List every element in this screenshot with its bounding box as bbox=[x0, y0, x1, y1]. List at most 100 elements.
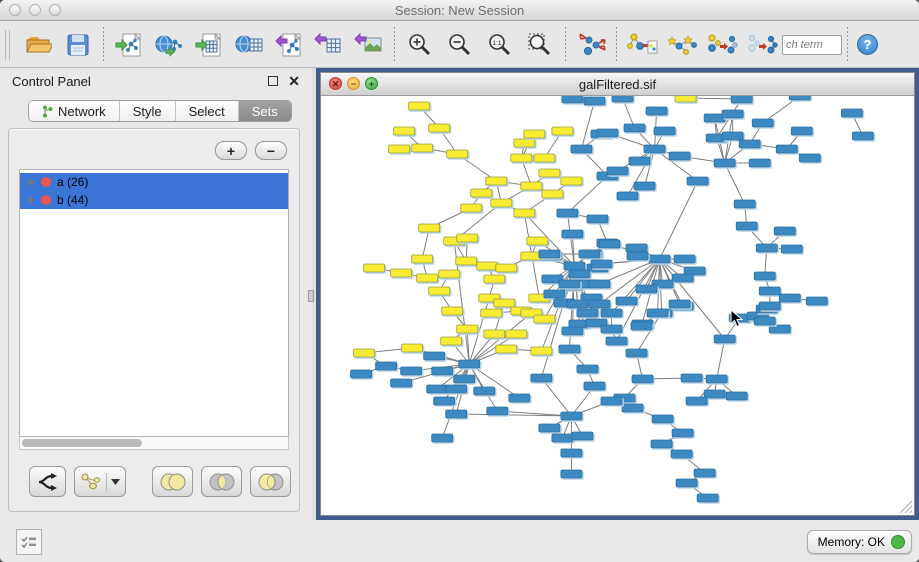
graph-node[interactable] bbox=[697, 494, 718, 502]
graph-node[interactable] bbox=[704, 390, 725, 398]
frame-maximize-button[interactable]: + bbox=[365, 77, 378, 90]
graph-edge[interactable] bbox=[637, 313, 662, 353]
graph-node[interactable] bbox=[442, 307, 463, 315]
save-session-button[interactable] bbox=[58, 26, 98, 64]
graph-node[interactable] bbox=[841, 109, 862, 117]
graph-node[interactable] bbox=[412, 144, 433, 152]
graph-node[interactable] bbox=[539, 250, 560, 258]
sets-horizontal-scrollbar[interactable] bbox=[19, 437, 289, 450]
graph-node[interactable] bbox=[571, 145, 592, 153]
graph-node[interactable] bbox=[739, 140, 760, 148]
graph-node[interactable] bbox=[607, 167, 628, 175]
graph-node[interactable] bbox=[579, 250, 600, 258]
graph-node[interactable] bbox=[587, 215, 608, 223]
help-button[interactable]: ? bbox=[857, 34, 878, 55]
graph-node[interactable] bbox=[424, 352, 445, 360]
graph-node[interactable] bbox=[599, 240, 620, 248]
graph-node[interactable] bbox=[601, 397, 622, 405]
network-frame-titlebar[interactable]: ✕ − + galFiltered.sif bbox=[321, 73, 914, 96]
graph-edge[interactable] bbox=[623, 98, 635, 128]
search-input[interactable] bbox=[782, 35, 842, 55]
graph-node[interactable] bbox=[606, 337, 627, 345]
graph-node[interactable] bbox=[577, 309, 598, 317]
graph-node[interactable] bbox=[567, 300, 588, 308]
graph-node[interactable] bbox=[477, 262, 498, 270]
graph-node[interactable] bbox=[552, 434, 573, 442]
resize-grip[interactable] bbox=[899, 500, 913, 514]
zoom-out-button[interactable] bbox=[440, 26, 480, 64]
graph-node[interactable] bbox=[601, 309, 622, 317]
graph-node[interactable] bbox=[584, 97, 605, 105]
graph-node[interactable] bbox=[506, 330, 527, 338]
graph-node[interactable] bbox=[496, 345, 517, 353]
window-titlebar[interactable]: Session: New Session bbox=[0, 0, 919, 21]
graph-node[interactable] bbox=[481, 309, 502, 317]
graph-node[interactable] bbox=[706, 375, 727, 383]
graph-node[interactable] bbox=[454, 375, 475, 383]
graph-node[interactable] bbox=[441, 337, 462, 345]
graph-node[interactable] bbox=[749, 159, 770, 167]
graph-node[interactable] bbox=[471, 189, 492, 197]
create-set-from-network-button[interactable] bbox=[74, 466, 126, 497]
graph-node[interactable] bbox=[439, 270, 460, 278]
graph-node[interactable] bbox=[527, 237, 548, 245]
graph-node[interactable] bbox=[569, 270, 590, 278]
graph-node[interactable] bbox=[626, 244, 647, 252]
split-set-button[interactable] bbox=[29, 466, 66, 497]
graph-node[interactable] bbox=[564, 262, 585, 270]
graph-node[interactable] bbox=[789, 96, 810, 100]
graph-node[interactable] bbox=[672, 429, 693, 437]
graph-node[interactable] bbox=[409, 102, 430, 110]
close-panel-button[interactable]: ✕ bbox=[288, 76, 300, 86]
graph-node[interactable] bbox=[806, 297, 827, 305]
graph-node[interactable] bbox=[572, 432, 593, 440]
graph-node[interactable] bbox=[769, 325, 790, 333]
graph-node[interactable] bbox=[631, 322, 652, 330]
graph-node[interactable] bbox=[544, 290, 565, 298]
graph-node[interactable] bbox=[632, 375, 653, 383]
graph-node[interactable] bbox=[754, 317, 775, 325]
graph-node[interactable] bbox=[446, 410, 467, 418]
graph-edge[interactable] bbox=[541, 378, 571, 416]
graph-node[interactable] bbox=[459, 360, 480, 368]
graph-node[interactable] bbox=[561, 470, 582, 478]
graph-node[interactable] bbox=[652, 415, 673, 423]
graph-node[interactable] bbox=[474, 387, 495, 395]
graph-node[interactable] bbox=[496, 264, 517, 272]
graph-node[interactable] bbox=[419, 224, 440, 232]
graph-node[interactable] bbox=[561, 449, 582, 457]
graph-node[interactable] bbox=[722, 110, 743, 118]
graph-node[interactable] bbox=[626, 349, 647, 357]
graph-node[interactable] bbox=[456, 257, 477, 265]
graph-node[interactable] bbox=[654, 127, 675, 135]
graph-node[interactable] bbox=[774, 227, 795, 235]
graph-node[interactable] bbox=[726, 392, 747, 400]
network-from-selection-button[interactable] bbox=[622, 26, 662, 64]
graph-node[interactable] bbox=[687, 177, 708, 185]
graph-node[interactable] bbox=[649, 255, 670, 263]
set-row-b[interactable]: b (44) bbox=[20, 191, 288, 209]
graph-node[interactable] bbox=[559, 345, 580, 353]
graph-node[interactable] bbox=[647, 309, 668, 317]
add-set-button[interactable]: + bbox=[215, 141, 247, 160]
graph-node[interactable] bbox=[644, 145, 665, 153]
graph-node[interactable] bbox=[694, 469, 715, 477]
memory-status-button[interactable]: Memory: OK bbox=[807, 530, 912, 554]
graph-node[interactable] bbox=[759, 287, 780, 295]
graph-node[interactable] bbox=[627, 252, 648, 260]
remove-set-button[interactable]: − bbox=[255, 141, 287, 160]
graph-node[interactable] bbox=[731, 96, 752, 103]
graph-node[interactable] bbox=[391, 379, 412, 387]
graph-node[interactable] bbox=[686, 397, 707, 405]
tab-select[interactable]: Select bbox=[176, 101, 239, 121]
graph-node[interactable] bbox=[494, 299, 515, 307]
graph-node[interactable] bbox=[779, 294, 800, 302]
graph-node[interactable] bbox=[577, 365, 598, 373]
zoom-in-button[interactable] bbox=[400, 26, 440, 64]
scrollbar-thumb[interactable] bbox=[22, 439, 142, 447]
graph-edge[interactable] bbox=[422, 228, 429, 259]
graph-node[interactable] bbox=[636, 285, 657, 293]
open-session-button[interactable] bbox=[18, 26, 58, 64]
import-table-web-button[interactable] bbox=[229, 26, 269, 64]
graph-node[interactable] bbox=[722, 132, 743, 140]
